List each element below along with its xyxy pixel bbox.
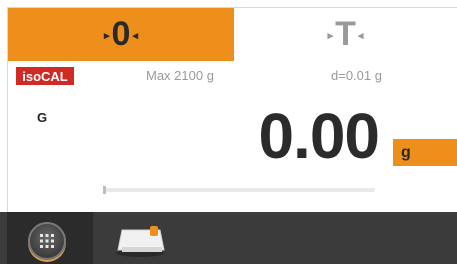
tare-label: T — [335, 15, 356, 53]
max-capacity-label: Max 2100 g — [146, 68, 214, 83]
readability-label: d=0.01 g — [331, 68, 382, 83]
grid-dots-icon — [40, 234, 54, 248]
tare-button[interactable]: ▸ T ◂ — [234, 8, 457, 61]
weight-value: 0.00 — [258, 100, 380, 172]
weighing-app-icon[interactable] — [110, 220, 170, 260]
unit-button[interactable]: g — [393, 139, 457, 166]
zero-left-arrow-icon: ▸ — [104, 30, 110, 42]
isocal-badge[interactable]: isoCAL — [16, 67, 74, 85]
taskbar — [0, 212, 457, 264]
zero-label: 0 — [111, 15, 131, 53]
tare-right-arrow-icon: ◂ — [357, 30, 364, 42]
zero-button[interactable]: ▸ 0 ◂ — [8, 8, 234, 61]
grid-menu-icon[interactable] — [28, 222, 66, 260]
gross-indicator: G — [37, 110, 48, 125]
tare-left-arrow-icon: ▸ — [327, 30, 334, 42]
capacity-bar — [103, 188, 375, 192]
zero-right-arrow-icon: ◂ — [132, 30, 138, 42]
capacity-bar-marker — [103, 186, 106, 194]
